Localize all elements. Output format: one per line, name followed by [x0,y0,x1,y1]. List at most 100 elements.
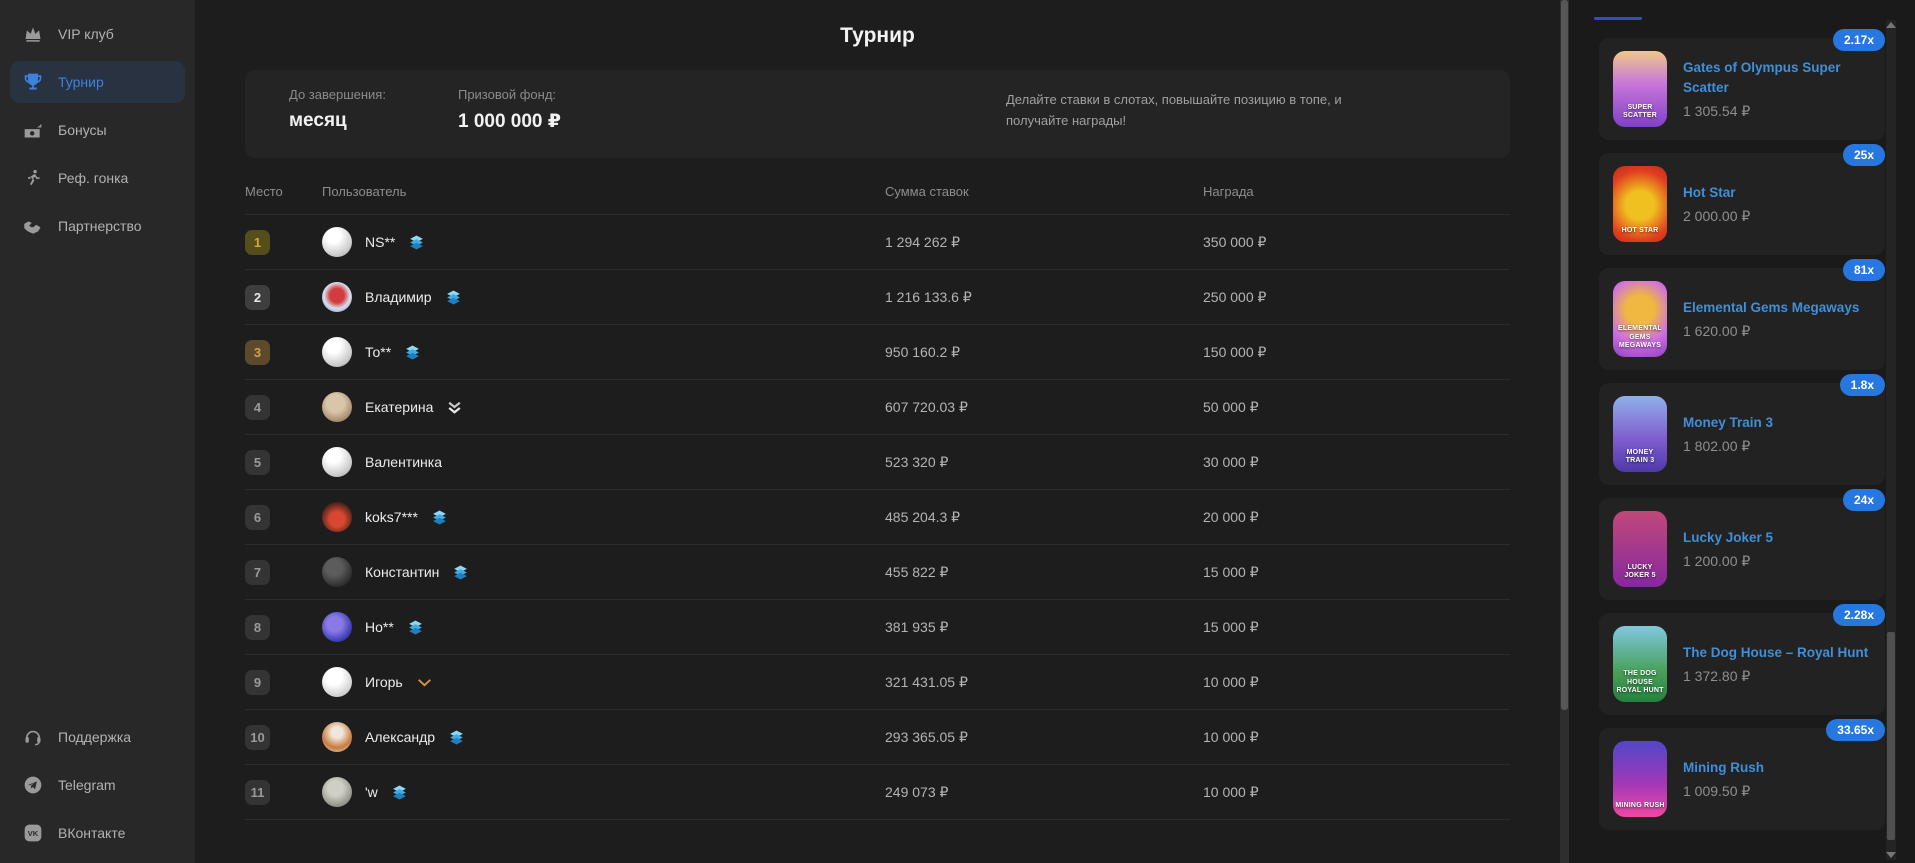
sidebar-item-telegram[interactable]: Telegram [10,764,185,806]
sidebar-item-vkontakte[interactable]: VK ВКонтакте [10,812,185,854]
rank-badge: 11 [245,780,270,805]
game-title[interactable]: Hot Star [1683,183,1750,203]
rank-badge: 9 [245,670,270,695]
win-card[interactable]: 2.28x THE DOG HOUSE ROYAL HUNT The Dog H… [1599,613,1885,715]
bets-sum: 1 216 133.6 ₽ [885,289,1203,306]
game-thumbnail[interactable]: SUPER SCATTER [1613,51,1667,127]
reward: 10 000 ₽ [1203,729,1510,746]
ends-in-value: месяц [289,110,386,132]
game-title[interactable]: Money Train 3 [1683,413,1773,433]
game-title[interactable]: Mining Rush [1683,758,1764,778]
multiplier-badge: 2.17x [1833,29,1885,51]
table-row-partial [245,819,1510,827]
table-row: 1 NS** 1 294 262 ₽ 350 000 ₽ [245,214,1510,269]
sidebar-item-label: VIP клуб [58,26,114,42]
table-row: 5 Валентинка 523 320 ₽ 30 000 ₽ [245,434,1510,489]
level-badge-icon [408,234,425,251]
win-card[interactable]: 81x ELEMENTAL GEMS MEGAWAYS Elemental Ge… [1599,268,1885,370]
game-title[interactable]: Gates of Olympus Super Scatter [1683,58,1871,97]
rank-badge: 8 [245,615,270,640]
win-card[interactable]: 2.17x SUPER SCATTER Gates of Olympus Sup… [1599,38,1885,140]
avatar [322,502,352,532]
game-thumbnail[interactable]: HOT STAR [1613,166,1667,242]
game-thumbnail[interactable]: MINING RUSH [1613,741,1667,817]
sidebar-item-support[interactable]: Поддержка [10,716,185,758]
game-thumbnail[interactable]: LUCKY JOKER 5 [1613,511,1667,587]
game-thumbnail[interactable]: MONEY TRAIN 3 [1613,396,1667,472]
bets-sum: 381 935 ₽ [885,619,1203,636]
win-amount: 2 000.00 ₽ [1683,208,1750,225]
rank-badge: 3 [245,340,270,365]
page-scrollbar-thumb[interactable] [1561,0,1568,710]
rank-badge: 6 [245,505,270,530]
table-row: 11 'w 249 073 ₽ 10 000 ₽ [245,764,1510,819]
leaderboard-table: Место Пользователь Сумма ставок Награда … [245,184,1510,827]
vk-icon: VK [23,823,43,843]
header-user: Пользователь [322,184,885,199]
win-info: Money Train 3 1 802.00 ₽ [1683,413,1773,455]
multiplier-badge: 24x [1843,489,1885,511]
partnership-icon [23,216,43,236]
page-title: Турнир [245,24,1510,48]
sidebar-item-label: Поддержка [58,729,131,745]
panel-scrollbar[interactable] [1886,20,1896,860]
user-name: Константин [365,564,439,580]
user-name: Екатерина [365,399,433,415]
sidebar-item-tournament[interactable]: Турнир [10,61,185,103]
avatar [322,777,352,807]
level-badge-icon [416,674,433,691]
win-card[interactable]: 24x LUCKY JOKER 5 Lucky Joker 5 1 200.00… [1599,498,1885,600]
avatar [322,337,352,367]
sidebar-item-label: Турнир [58,74,104,90]
win-card[interactable]: 1.8x MONEY TRAIN 3 Money Train 3 1 802.0… [1599,383,1885,485]
table-row: 7 Константин 455 822 ₽ 15 000 ₽ [245,544,1510,599]
user-name: NS** [365,234,395,250]
sidebar-item-bonuses[interactable]: Бонусы [10,109,185,151]
table-row: 3 То** 950 160.2 ₽ 150 000 ₽ [245,324,1510,379]
win-amount: 1 620.00 ₽ [1683,323,1859,340]
game-title[interactable]: The Dog House – Royal Hunt [1683,643,1868,663]
user-name: Владимир [365,289,432,305]
bets-sum: 1 294 262 ₽ [885,234,1203,251]
reward: 250 000 ₽ [1203,289,1510,306]
panel-scrollbar-thumb[interactable] [1887,632,1895,840]
ends-in-stat: До завершения: месяц [289,87,386,132]
game-thumbnail[interactable]: ELEMENTAL GEMS MEGAWAYS [1613,281,1667,357]
table-row: 10 Александр 293 365.05 ₽ 10 000 ₽ [245,709,1510,764]
game-thumbnail[interactable]: THE DOG HOUSE ROYAL HUNT [1613,626,1667,702]
user-name: koks7*** [365,509,418,525]
bets-sum: 485 204.3 ₽ [885,509,1203,526]
reward: 50 000 ₽ [1203,399,1510,416]
sidebar-item-vip-club[interactable]: VIP клуб [10,13,185,55]
avatar [322,447,352,477]
level-badge-icon [446,399,463,416]
user-name: Игорь [365,674,403,690]
scroll-down-arrow-icon[interactable] [1886,852,1896,858]
rank-badge: 7 [245,560,270,585]
page-scrollbar[interactable] [1560,0,1569,863]
header-reward: Награда [1203,184,1510,199]
header-bets: Сумма ставок [885,184,1203,199]
sidebar-item-partnership[interactable]: Партнерство [10,205,185,247]
win-amount: 1 009.50 ₽ [1683,783,1764,800]
user-name: 'w [365,784,378,800]
game-thumbnail-label: HOT STAR [1620,227,1661,242]
win-card[interactable]: 33.65x MINING RUSH Mining Rush 1 009.50 … [1599,728,1885,830]
win-amount: 1 200.00 ₽ [1683,553,1773,570]
game-title[interactable]: Elemental Gems Megaways [1683,298,1859,318]
tab-indicator [1594,17,1642,20]
level-badge-icon [404,344,421,361]
tournament-info-panel: До завершения: месяц Призовой фонд: 1 00… [245,70,1510,158]
user-name: Валентинка [365,454,442,470]
scroll-up-arrow-icon[interactable] [1886,22,1896,28]
reward: 30 000 ₽ [1203,454,1510,471]
bets-sum: 249 073 ₽ [885,784,1203,801]
game-thumbnail-label: SUPER SCATTER [1613,104,1667,128]
sidebar-item-referral-race[interactable]: Реф. гонка [10,157,185,199]
bonuses-icon [23,120,43,140]
win-info: Hot Star 2 000.00 ₽ [1683,183,1750,225]
bets-sum: 293 365.05 ₽ [885,729,1203,746]
level-badge-icon [391,784,408,801]
game-title[interactable]: Lucky Joker 5 [1683,528,1773,548]
win-card[interactable]: 25x HOT STAR Hot Star 2 000.00 ₽ [1599,153,1885,255]
